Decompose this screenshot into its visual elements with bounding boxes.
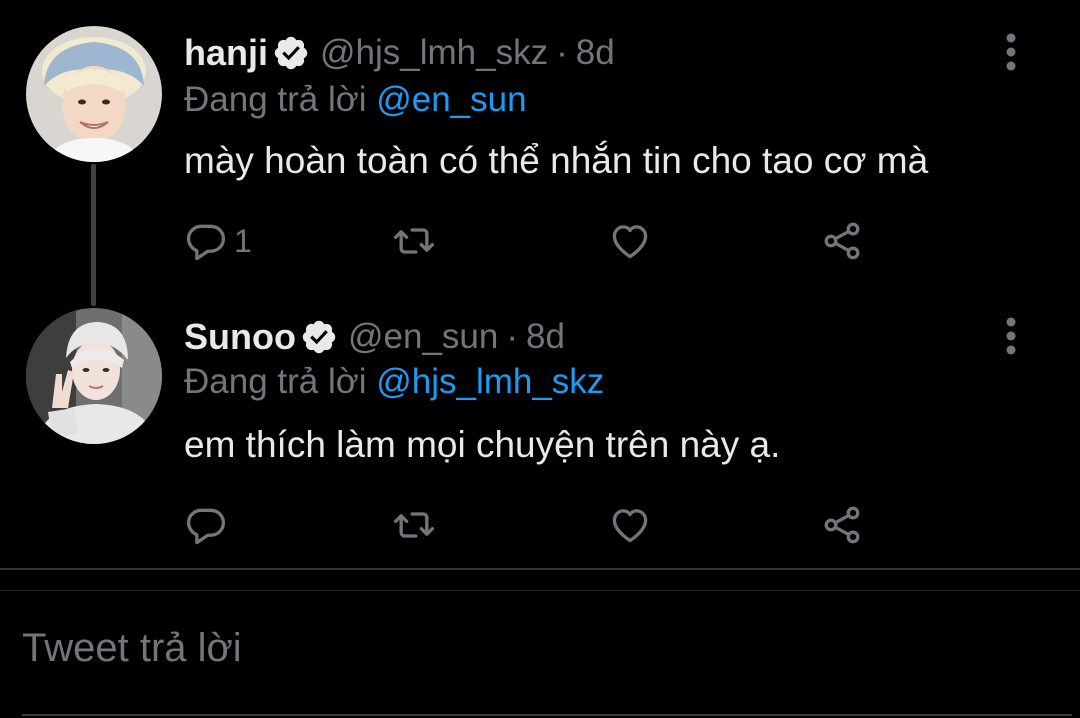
reply-button[interactable]: 1: [184, 216, 252, 266]
like-icon: [612, 509, 648, 543]
mention-link[interactable]: @hjs_lmh_skz: [376, 362, 604, 401]
retweet-icon: [394, 228, 434, 254]
like-icon: [612, 225, 648, 259]
tweet-actions: 1: [184, 216, 884, 266]
divider: [0, 590, 1080, 591]
display-name[interactable]: Sunoo: [184, 316, 296, 358]
reply-input-underline: [22, 714, 1072, 716]
user-handle[interactable]: @hjs_lmh_skz: [320, 33, 548, 73]
avatar-sunoo[interactable]: [26, 308, 162, 444]
tweet-text: mày hoàn toàn có thể nhắn tin cho tao cơ…: [184, 140, 929, 181]
like-button[interactable]: [608, 216, 652, 266]
replying-prefix: Đang trả lời: [184, 80, 367, 119]
verified-badge-icon: [302, 320, 336, 354]
replying-prefix: Đang trả lời: [184, 362, 367, 401]
tweet-text: em thích làm mọi chuyện trên này ạ.: [184, 424, 781, 465]
more-options-icon[interactable]: [996, 316, 1026, 356]
thread-line: [91, 164, 96, 306]
share-icon: [824, 506, 860, 544]
reply-button[interactable]: [184, 500, 234, 550]
tweet-time[interactable]: 8d: [576, 33, 615, 73]
tweet-header: Sunoo @en_sun · 8d: [184, 312, 565, 362]
mention-link[interactable]: @en_sun: [376, 80, 526, 119]
display-name[interactable]: hanji: [184, 32, 268, 74]
share-button[interactable]: [820, 500, 864, 550]
separator-dot: ·: [556, 33, 568, 72]
replying-to: Đang trả lời @hjs_lmh_skz: [184, 362, 604, 402]
retweet-button[interactable]: [392, 216, 436, 266]
retweet-button[interactable]: [392, 500, 436, 550]
reply-icon: [186, 224, 226, 261]
share-icon: [824, 222, 860, 260]
divider: [0, 568, 1080, 570]
tweet-actions: [184, 500, 884, 550]
more-options-icon[interactable]: [996, 32, 1026, 72]
user-handle[interactable]: @en_sun: [348, 317, 498, 357]
replying-to: Đang trả lời @en_sun: [184, 80, 527, 120]
share-button[interactable]: [820, 216, 864, 266]
tweet-hanji[interactable]: hanji @hjs_lmh_skz · 8d Đang trả lời @en…: [0, 0, 1080, 306]
separator-dot: ·: [506, 317, 518, 356]
reply-count: 1: [234, 222, 252, 259]
avatar-hanji[interactable]: [26, 26, 162, 162]
verified-badge-icon: [274, 36, 308, 70]
like-button[interactable]: [608, 500, 652, 550]
tweet-header: hanji @hjs_lmh_skz · 8d: [184, 28, 615, 78]
tweet-sunoo[interactable]: Sunoo @en_sun · 8d Đang trả lời @hjs_lmh…: [0, 290, 1080, 568]
retweet-icon: [394, 512, 434, 538]
reply-icon: [186, 508, 226, 545]
reply-input[interactable]: Tweet trả lời: [22, 626, 242, 671]
tweet-time[interactable]: 8d: [526, 317, 565, 357]
